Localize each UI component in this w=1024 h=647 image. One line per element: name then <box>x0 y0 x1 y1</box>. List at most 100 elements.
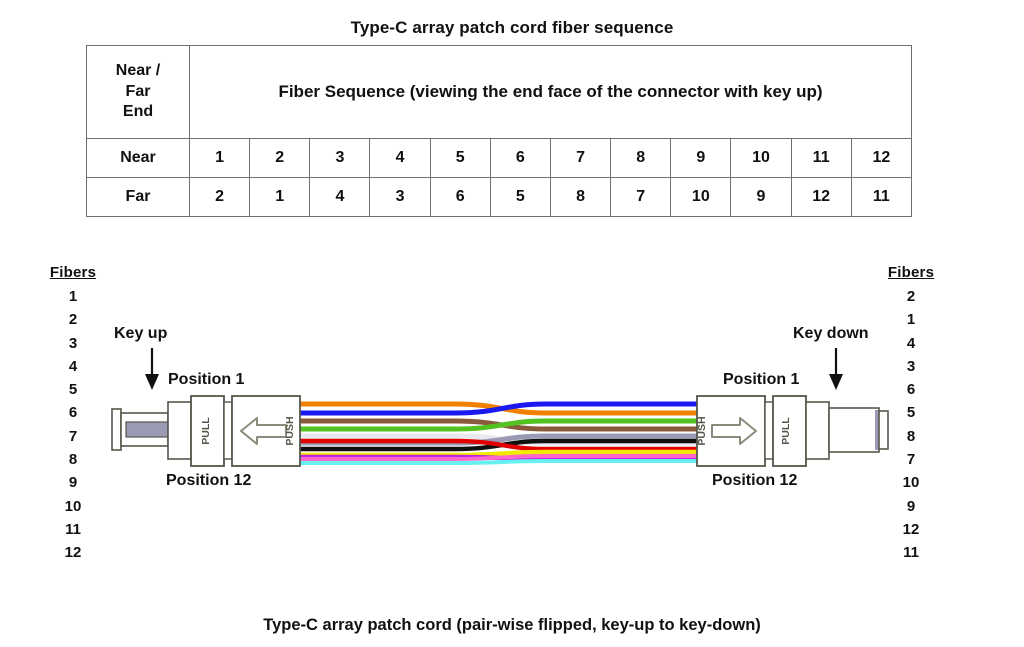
left-fiber-10: 10 <box>64 497 82 515</box>
left-fiber-1: 1 <box>68 288 78 305</box>
right-fiber-5: 6 <box>906 381 916 399</box>
fiber-strand-black <box>300 438 698 452</box>
header-near-far-end-line3: End <box>122 103 154 121</box>
table-row-near: Near 1 2 3 4 5 6 7 8 9 10 11 12 <box>86 138 913 178</box>
right-sleeve-gap <box>764 401 774 460</box>
far-cell-10: 9 <box>730 177 792 217</box>
key-down-arrow-icon <box>829 348 843 390</box>
right-fiber-6: 5 <box>906 404 916 422</box>
fiber-strand-orange <box>300 401 698 416</box>
right-fiber-3: 4 <box>906 334 916 352</box>
fiber-strand-green <box>300 418 698 432</box>
right-push-label: PUSH <box>696 416 708 445</box>
fiber-strand-yellow <box>300 449 698 458</box>
left-fiber-12: 12 <box>64 544 82 562</box>
left-connector-assembly: PULL PUSH <box>111 348 301 467</box>
right-position-12-label: Position 12 <box>712 472 798 489</box>
fiber-strand-white <box>300 433 698 446</box>
far-cell-7: 8 <box>549 177 612 217</box>
right-connector-assembly: PUSH PULL <box>696 348 889 467</box>
header-fiber-sequence: Fiber Sequence (viewing the end face of … <box>189 45 912 139</box>
left-fiber-9: 9 <box>68 474 78 492</box>
row-label-near: Near <box>86 138 190 178</box>
far-cell-9: 10 <box>670 177 732 217</box>
row-label-far: Far <box>86 177 190 217</box>
fiber-sequence-table-wrapper: Near / Far End Fiber Sequence (viewing t… <box>86 45 913 217</box>
left-fiber-4: 4 <box>68 357 78 375</box>
left-pull-label: PULL <box>200 417 212 445</box>
left-fiber-3: 3 <box>68 334 78 352</box>
left-position-1-label: Position 1 <box>168 371 245 388</box>
right-push-arrow-icon <box>711 417 757 445</box>
right-key-down-label: Key down <box>793 325 869 342</box>
near-cell-9: 9 <box>670 138 732 178</box>
far-cell-11: 12 <box>790 177 852 217</box>
right-fiber-9: 10 <box>902 474 920 492</box>
table-body: Near 1 2 3 4 5 6 7 8 9 10 11 12 Far 2 1 … <box>86 138 913 217</box>
right-fiber-1: 2 <box>906 288 916 305</box>
left-push-label: PUSH <box>284 416 296 445</box>
left-boot-band <box>125 421 169 438</box>
right-fiber-11: 12 <box>902 520 920 538</box>
key-up-arrow-icon <box>145 348 159 390</box>
right-fiber-number-column: Fibers 2 1 4 3 6 5 8 7 10 9 12 11 <box>866 264 956 565</box>
near-cell-3: 3 <box>309 138 371 178</box>
near-cell-10: 10 <box>730 138 792 178</box>
far-cell-1: 2 <box>188 177 251 217</box>
fiber-strand-violet <box>300 454 698 462</box>
left-sleeve-gap <box>223 401 233 460</box>
near-cell-7: 7 <box>549 138 612 178</box>
left-position-12-label: Position 12 <box>166 472 252 489</box>
near-cell-12: 12 <box>850 138 913 178</box>
far-cell-4: 3 <box>369 177 431 217</box>
near-cell-6: 6 <box>489 138 551 178</box>
right-push-housing <box>696 395 766 467</box>
far-cell-8: 7 <box>610 177 672 217</box>
left-push-arrow-icon <box>240 417 287 445</box>
fiber-strand-aqua <box>300 459 698 465</box>
fiber-strand-red <box>300 438 698 452</box>
right-pull-sleeve <box>772 395 807 467</box>
left-fiber-8: 8 <box>68 451 78 469</box>
right-collar <box>805 401 830 460</box>
left-fiber-number-column: Fibers 1 2 3 4 5 6 7 8 9 10 11 12 <box>28 264 118 565</box>
near-cell-2: 2 <box>249 138 311 178</box>
header-near-far-end-line2: Far <box>125 82 151 100</box>
header-near-far-end-line1: Near / <box>115 62 161 80</box>
right-fibers-heading: Fibers <box>887 264 935 281</box>
fiber-strand-blue <box>300 401 698 416</box>
fiber-ribbon <box>300 401 698 465</box>
right-fiber-7: 8 <box>906 427 916 445</box>
right-fiber-4: 3 <box>906 357 916 375</box>
left-push-housing <box>231 395 301 467</box>
right-fiber-8: 7 <box>906 451 916 469</box>
left-pull-sleeve <box>190 395 225 467</box>
right-fiber-2: 1 <box>906 311 916 329</box>
left-fiber-2: 2 <box>68 311 78 329</box>
left-strain-relief-boot <box>120 412 169 447</box>
far-cell-12: 11 <box>850 177 913 217</box>
left-fiber-6: 6 <box>68 404 78 422</box>
near-cell-1: 1 <box>188 138 251 178</box>
left-key-up-label: Key up <box>114 325 168 342</box>
fiber-strand-brown <box>300 418 698 432</box>
diagram-caption: Type-C array patch cord (pair-wise flipp… <box>263 616 761 634</box>
left-collar <box>167 401 192 460</box>
near-cell-4: 4 <box>369 138 431 178</box>
right-fiber-12: 11 <box>903 544 919 562</box>
far-cell-2: 1 <box>249 177 311 217</box>
left-fibers-heading: Fibers <box>49 264 97 281</box>
right-position-1-label: Position 1 <box>723 371 800 388</box>
fiber-strand-slate <box>300 433 698 446</box>
left-fiber-11: 11 <box>65 520 81 538</box>
fiber-strand-rose <box>300 454 698 461</box>
page-title: Type-C array patch cord fiber sequence <box>350 18 674 37</box>
table-row-far: Far 2 1 4 3 6 5 8 7 10 9 12 11 <box>86 177 913 217</box>
header-near-far-end: Near / Far End <box>86 45 190 139</box>
left-fiber-5: 5 <box>68 381 78 399</box>
far-cell-3: 4 <box>309 177 371 217</box>
near-cell-11: 11 <box>790 138 852 178</box>
near-cell-5: 5 <box>429 138 491 178</box>
right-fiber-10: 9 <box>906 497 916 515</box>
table-header-row: Near / Far End Fiber Sequence (viewing t… <box>86 45 912 139</box>
